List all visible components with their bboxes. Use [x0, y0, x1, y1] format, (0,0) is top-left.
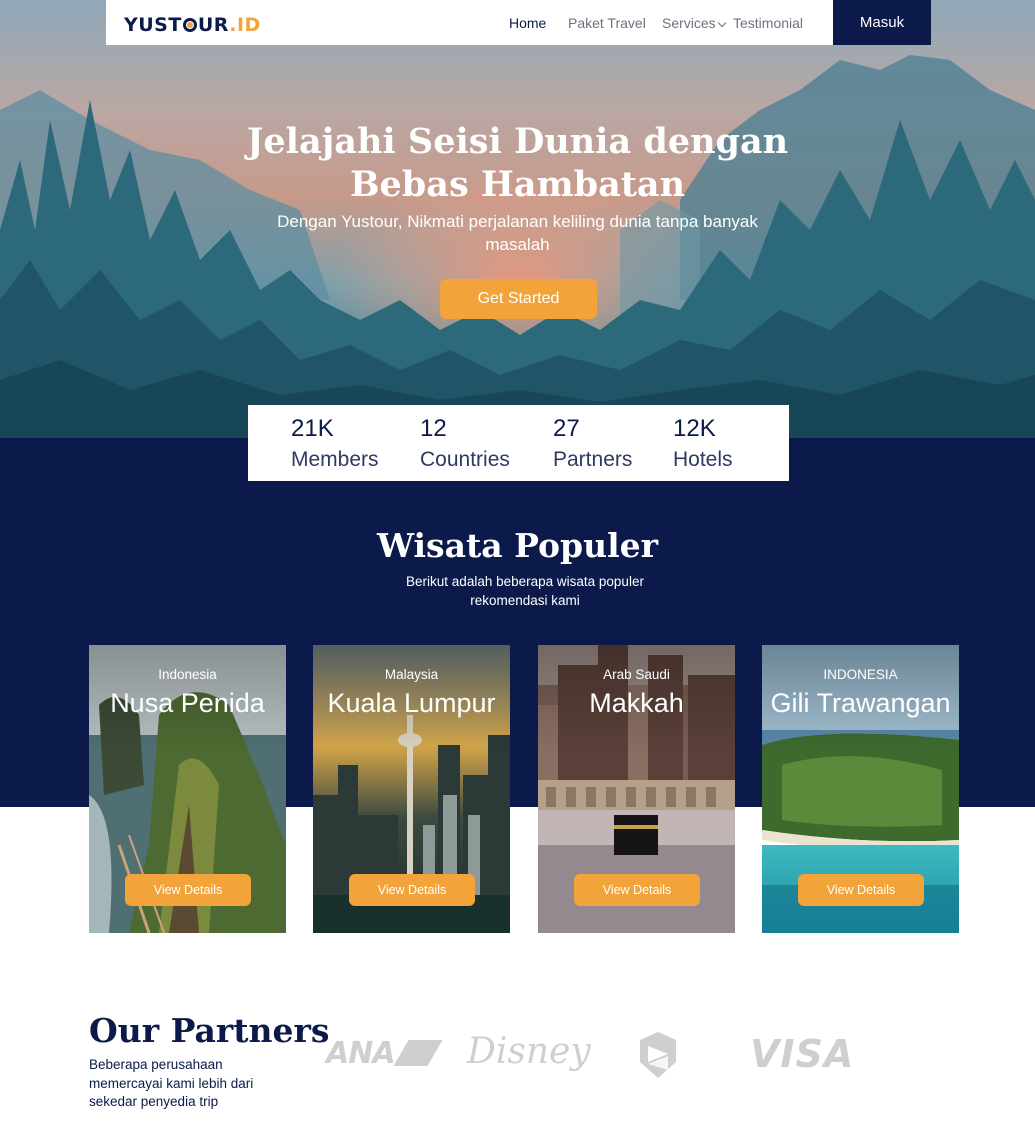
popular-title: Wisata Populer [376, 526, 658, 565]
nav-link-services-label: Services [662, 15, 716, 31]
ana-logo: ANA [326, 1036, 443, 1071]
ana-logo-text: ANA [326, 1036, 396, 1071]
logo-text-after: UR [197, 14, 230, 36]
destination-card-makkah[interactable]: Arab Saudi Makkah View Details [538, 645, 735, 933]
logo-text-accent: .ID [229, 14, 261, 36]
nav-link-paket-travel[interactable]: Paket Travel [568, 14, 646, 32]
view-details-button[interactable]: View Details [798, 874, 924, 906]
login-button[interactable]: Masuk [833, 0, 931, 45]
stats-bar: 21K Members 12 Countries 27 Partners 12K… [248, 405, 789, 481]
stat-value: 12K [673, 415, 716, 442]
brand-logo[interactable]: YUST UR.ID [124, 14, 261, 36]
stat-label: Members [291, 448, 379, 471]
hero-subtitle: Dengan Yustour, Nikmati perjalanan kelil… [277, 212, 758, 254]
card-city: Makkah [589, 688, 684, 718]
stat-value: 21K [291, 415, 334, 442]
card-country: INDONESIA [823, 667, 898, 682]
destination-card-nusa-penida[interactable]: Indonesia Nusa Penida View Details [89, 645, 286, 933]
stat-partners: 27 Partners [553, 415, 632, 474]
stat-label: Countries [420, 448, 510, 471]
card-country: Indonesia [158, 667, 217, 682]
stat-label: Partners [553, 448, 633, 471]
get-started-button[interactable]: Get Started [440, 279, 597, 319]
card-city: Nusa Penida [110, 688, 265, 718]
card-country: Arab Saudi [603, 667, 670, 682]
view-details-button[interactable]: View Details [349, 874, 475, 906]
ana-slash-icon [393, 1040, 443, 1066]
hero-title: Jelajahi Seisi Dunia dengan Bebas Hambat… [246, 121, 789, 205]
stat-label: Hotels [673, 448, 733, 471]
nav-link-services[interactable]: Services [662, 14, 726, 32]
logo-text-main: YUST [124, 14, 182, 36]
partners-subtitle: Beberapa perusahaan memercayai kami lebi… [89, 1057, 254, 1109]
stat-hotels: 12K Hotels [673, 415, 733, 474]
chevron-down-icon [717, 18, 726, 28]
stat-value: 12 [420, 415, 447, 442]
disney-logo: Disney [467, 1031, 591, 1072]
popular-subtitle: Berikut adalah beberapa wisata populer r… [406, 574, 644, 608]
card-city: Kuala Lumpur [327, 688, 496, 718]
destination-card-gili-trawangan[interactable]: INDONESIA Gili Trawangan View Details [762, 645, 959, 933]
nav-link-home[interactable]: Home [509, 14, 546, 32]
view-details-button[interactable]: View Details [125, 874, 251, 906]
nav-link-testimonial[interactable]: Testimonial [733, 14, 803, 32]
shield-logo [640, 1032, 676, 1078]
partners-title: Our Partners [89, 1011, 330, 1050]
card-country: Malaysia [384, 667, 439, 682]
logo-o-icon [182, 18, 197, 32]
stat-members: 21K Members [291, 415, 379, 474]
top-navbar: YUST UR.ID Home Paket Travel Services Tes… [106, 0, 931, 45]
stat-countries: 12 Countries [420, 415, 510, 474]
view-details-button[interactable]: View Details [574, 874, 700, 906]
visa-logo: VISA [750, 1032, 855, 1076]
destination-card-kuala-lumpur[interactable]: Malaysia Kuala Lumpur View Details [313, 645, 510, 933]
stat-value: 27 [553, 415, 580, 442]
card-city: Gili Trawangan [770, 688, 951, 718]
